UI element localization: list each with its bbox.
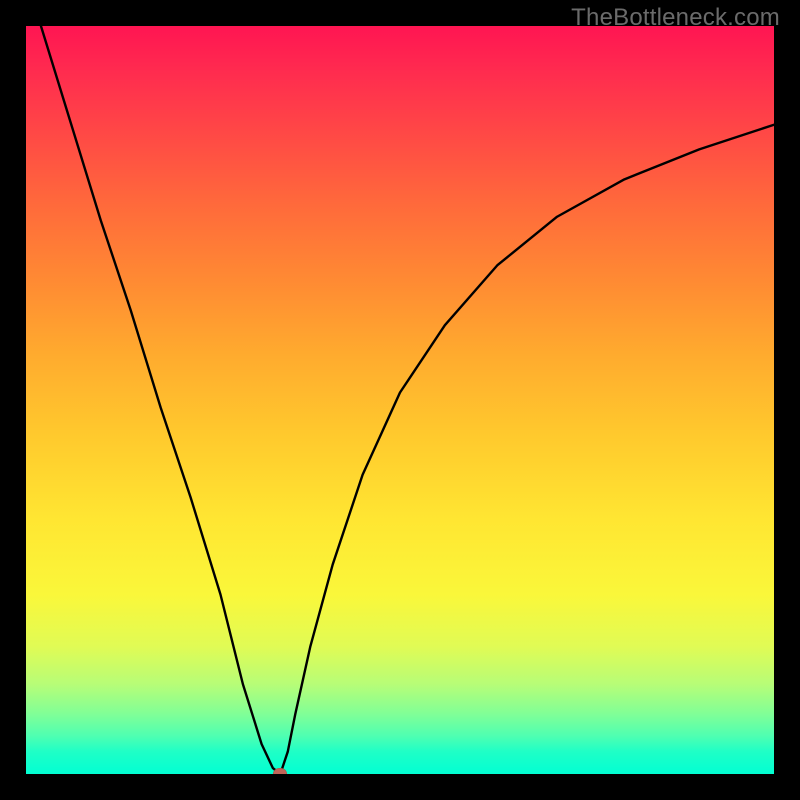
- curve-layer: [26, 26, 774, 774]
- curve-path: [41, 26, 774, 774]
- plot-area: [26, 26, 774, 774]
- chart-container: TheBottleneck.com: [0, 0, 800, 800]
- minimum-marker: [273, 768, 287, 774]
